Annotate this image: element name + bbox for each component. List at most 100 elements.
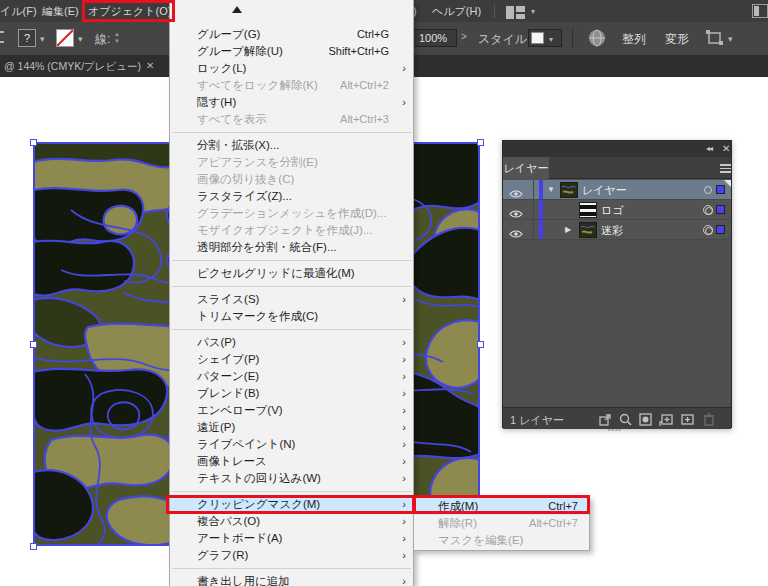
expand-arrow-icon[interactable]: ▶: [565, 225, 571, 234]
layer-row[interactable]: ▼ レイヤー: [503, 180, 731, 200]
menu-item[interactable]: グループ解除(U)Shift+Ctrl+G: [170, 43, 413, 60]
opacity-expand-button[interactable]: >: [461, 31, 467, 42]
layer-thumbnail[interactable]: [579, 202, 597, 218]
menu-item-label: ライブペイント(N): [197, 438, 295, 450]
menu-item[interactable]: グループ(G)Ctrl+G: [170, 26, 413, 43]
workspace-chevron-icon[interactable]: ▾: [531, 7, 535, 16]
menu-item[interactable]: アートボード(A)›: [170, 530, 413, 547]
menu-item[interactable]: グラフ(R)›: [170, 547, 413, 564]
layer-name[interactable]: ロゴ: [601, 203, 624, 218]
selection-color-square[interactable]: [716, 225, 725, 234]
selection-handle[interactable]: [30, 543, 37, 550]
artboard-chevron-icon[interactable]: ▾: [728, 35, 736, 43]
menu-scroll-up-icon[interactable]: [232, 6, 242, 13]
layer-thumbnail[interactable]: [579, 222, 597, 238]
annotation-red-box-clipping-mask: [166, 495, 415, 514]
stroke-weight-label: 線:: [95, 31, 110, 48]
style-dropdown[interactable]: ▾: [528, 29, 562, 47]
document-tab-title[interactable]: @ 144% (CMYK/プレビュー): [4, 60, 141, 74]
layers-tab[interactable]: レイヤー: [503, 157, 549, 179]
menu-item[interactable]: パス(P)›: [170, 334, 413, 351]
menu-item[interactable]: 書き出し用に追加›: [170, 573, 413, 586]
selection-handle[interactable]: [477, 341, 484, 348]
stroke-none-swatch[interactable]: [56, 29, 74, 47]
submenu-item[interactable]: マスクを編集(E): [414, 532, 589, 549]
menu-item[interactable]: ラスタライズ(Z)...: [170, 188, 413, 205]
submenu-arrow-icon: ›: [402, 385, 406, 402]
menu-item[interactable]: アピアランスを分割(E): [170, 154, 413, 171]
layer-name[interactable]: レイヤー: [582, 183, 627, 198]
selection-handle[interactable]: [30, 341, 37, 348]
collapse-panel-icon[interactable]: ◂◂: [706, 144, 712, 153]
menubar-item[interactable]: ヘルプ(H): [432, 0, 481, 22]
menu-item[interactable]: 分割・拡張(X)...: [170, 137, 413, 154]
visibility-eye-icon[interactable]: [509, 225, 523, 243]
menu-item[interactable]: すべてをロック解除(K)Alt+Ctrl+2: [170, 77, 413, 94]
delete-layer-icon[interactable]: [703, 412, 715, 430]
stroke-weight-stepper[interactable]: ▲▼: [114, 31, 120, 45]
layer-row[interactable]: ロゴ: [503, 200, 731, 220]
menu-item[interactable]: すべてを表示Alt+Ctrl+3: [170, 111, 413, 128]
menu-item-label: 分割・拡張(X)...: [197, 139, 279, 151]
menu-separator: [170, 256, 413, 265]
menu-item[interactable]: シェイプ(P)›: [170, 351, 413, 368]
selection-handle[interactable]: [30, 139, 37, 146]
stroke-chevron-icon[interactable]: ▾: [78, 35, 86, 43]
menu-item[interactable]: ロック(L)›: [170, 60, 413, 77]
make-clipping-mask-icon[interactable]: [639, 412, 652, 430]
artboard-tool-icon[interactable]: [706, 30, 724, 50]
menu-item[interactable]: 画像の切り抜き(C): [170, 171, 413, 188]
layers-panel: ◂◂ ✕ レイヤー ▼レイヤーロゴ▶迷彩 1 レイヤー: [502, 140, 732, 428]
target-indicator[interactable]: [703, 205, 713, 215]
target-indicator[interactable]: [704, 186, 712, 194]
divider: [494, 4, 495, 18]
new-layer-icon[interactable]: [681, 412, 694, 430]
layers-panel-titlebar[interactable]: ◂◂ ✕: [503, 141, 731, 157]
panel-resize-grip[interactable]: ••••: [608, 428, 626, 433]
menu-item[interactable]: スライス(S)›: [170, 291, 413, 308]
new-sublayer-icon[interactable]: [659, 412, 673, 430]
menubar-item[interactable]: イル(F): [0, 0, 37, 22]
fill-color-swatch[interactable]: ?: [18, 29, 36, 47]
align-button[interactable]: 整列: [622, 31, 646, 48]
menu-item[interactable]: エンベロープ(V)›: [170, 402, 413, 419]
menubar-item[interactable]: 編集(E): [42, 0, 79, 22]
layer-thumbnail[interactable]: [560, 182, 578, 198]
menu-item[interactable]: グラデーションメッシュを作成(D)...: [170, 205, 413, 222]
menu-item-label: 書き出し用に追加: [197, 575, 290, 586]
menu-item[interactable]: 画像トレース›: [170, 453, 413, 470]
selection-handle[interactable]: [477, 139, 484, 146]
fill-chevron-icon[interactable]: ▾: [40, 35, 48, 43]
opacity-input[interactable]: 100%: [413, 29, 457, 47]
menu-item[interactable]: ブレンド(B)›: [170, 385, 413, 402]
layer-name[interactable]: 迷彩: [601, 223, 623, 238]
tab-close-icon[interactable]: ✕: [146, 60, 154, 71]
menu-item[interactable]: 隠す(H)›: [170, 94, 413, 111]
menu-item[interactable]: トリムマークを作成(C): [170, 308, 413, 325]
transform-button[interactable]: 変形: [665, 31, 689, 48]
submenu-arrow-icon: ›: [402, 453, 406, 470]
layer-row[interactable]: ▶ 迷彩: [503, 220, 731, 240]
menu-item-label: パターン(E): [197, 370, 259, 382]
submenu-item[interactable]: 解除(R)Alt+Ctrl+7: [414, 515, 589, 532]
submenu-arrow-icon: ›: [402, 547, 406, 564]
panel-menu-icon[interactable]: [720, 164, 731, 175]
menu-item[interactable]: 遠近(P)›: [170, 419, 413, 436]
menu-item[interactable]: ライブペイント(N) ›: [170, 436, 413, 453]
document-setup-icon[interactable]: [588, 29, 606, 51]
menu-item-label: ロック(L): [197, 62, 246, 74]
expand-arrow-icon[interactable]: ▼: [547, 185, 555, 194]
dock-panel-icon[interactable]: [752, 4, 768, 22]
menu-item[interactable]: 複合パス(O)›: [170, 513, 413, 530]
workspace-switcher-icon[interactable]: [506, 5, 525, 23]
menu-item[interactable]: 透明部分を分割・統合(F)...: [170, 239, 413, 256]
target-indicator[interactable]: [703, 225, 713, 235]
menu-item[interactable]: テキストの回り込み(W)›: [170, 470, 413, 487]
selection-color-square[interactable]: [716, 205, 725, 214]
close-panel-icon[interactable]: ✕: [722, 143, 730, 154]
menu-item-label: 複合パス(O): [197, 515, 260, 527]
submenu-arrow-icon: ›: [402, 436, 406, 453]
menu-item[interactable]: パターン(E)›: [170, 368, 413, 385]
menu-item[interactable]: ピクセルグリッドに最適化(M): [170, 265, 413, 282]
menu-item[interactable]: モザイクオブジェクトを作成(J)...: [170, 222, 413, 239]
